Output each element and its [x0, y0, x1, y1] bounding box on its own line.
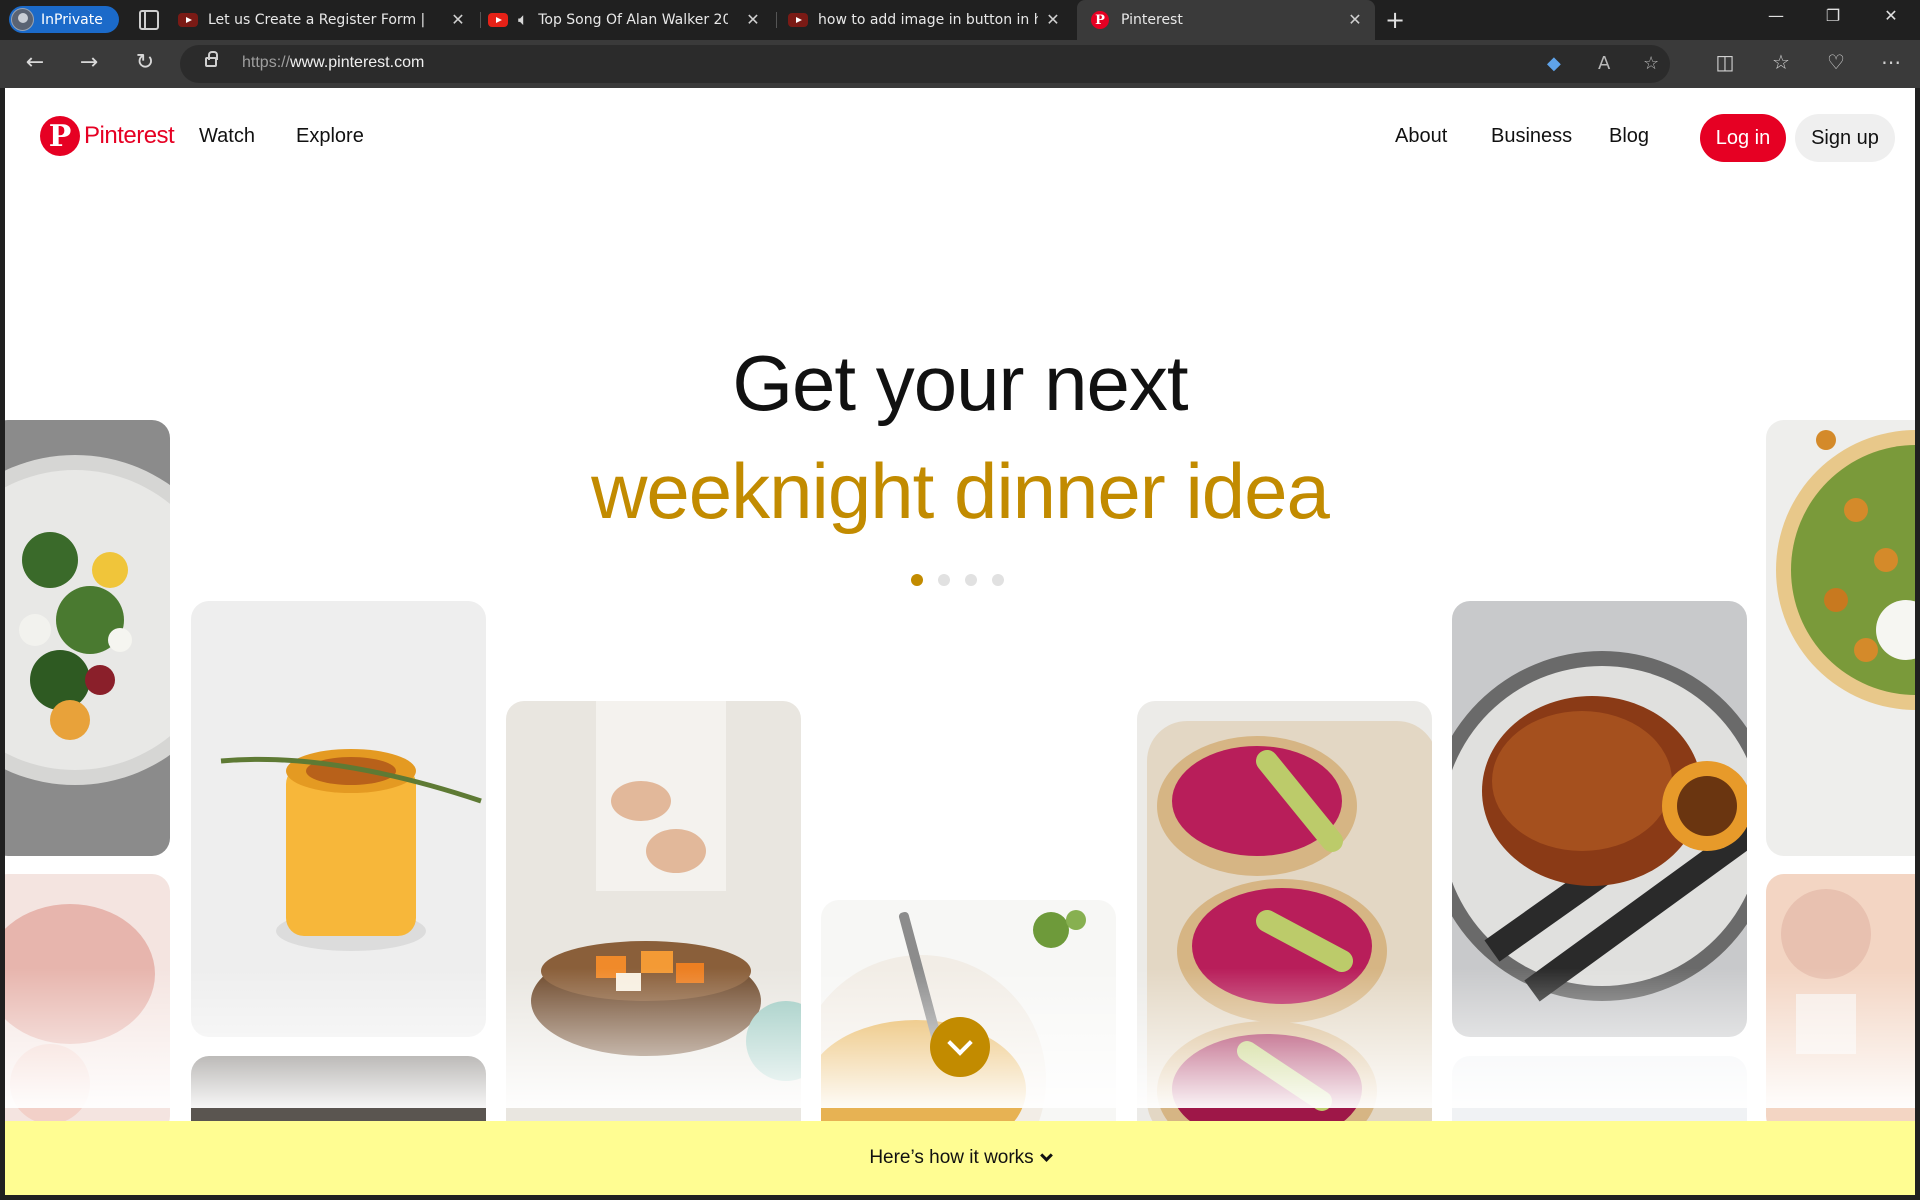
- pinterest-logo[interactable]: P Pinterest: [40, 116, 175, 156]
- signup-button[interactable]: Sign up: [1795, 114, 1895, 162]
- nav-business[interactable]: Business: [1491, 125, 1572, 148]
- orange-juice-image[interactable]: [191, 601, 486, 1037]
- tab-title: Let us Create a Register Form | St: [208, 12, 428, 28]
- shopping-tag-icon[interactable]: ◆: [1547, 53, 1561, 74]
- favorite-star-icon[interactable]: ☆: [1643, 53, 1659, 74]
- tab-image-in-button[interactable]: how to add image in button in ht ✕: [788, 0, 1073, 40]
- close-tab-icon[interactable]: ✕: [448, 10, 468, 29]
- chevron-down-icon: [1039, 1148, 1053, 1162]
- tab-pinterest[interactable]: P Pinterest ✕: [1077, 0, 1375, 40]
- tab-register-form[interactable]: Let us Create a Register Form | St ✕: [178, 0, 478, 40]
- drink-image[interactable]: [5, 874, 170, 1134]
- carousel-dot[interactable]: [965, 574, 977, 586]
- nav-about[interactable]: About: [1395, 125, 1447, 148]
- pinterest-logo-icon: P: [40, 116, 80, 156]
- youtube-icon: [178, 13, 198, 27]
- veggie-bowl-image[interactable]: [506, 701, 801, 1141]
- refresh-icon[interactable]: ↻: [130, 50, 160, 75]
- minimize-button[interactable]: —: [1751, 6, 1801, 25]
- close-tab-icon[interactable]: ✕: [1043, 10, 1063, 29]
- tab-title: Pinterest: [1121, 12, 1183, 28]
- hero-subheadline: weeknight dinner idea: [591, 447, 1330, 535]
- nav-watch[interactable]: Watch: [199, 125, 255, 148]
- url-text[interactable]: https://www.pinterest.com: [242, 54, 424, 72]
- back-icon[interactable]: ←: [20, 50, 50, 75]
- scroll-down-button[interactable]: [930, 1017, 990, 1077]
- address-bar[interactable]: https://www.pinterest.com ◆ A ☆: [180, 45, 1670, 83]
- speaker-icon[interactable]: 🔈︎: [518, 10, 528, 30]
- carousel-dot[interactable]: [911, 574, 923, 586]
- tab-title: how to add image in button in ht: [818, 12, 1038, 28]
- pinterest-page: P Pinterest Watch Explore About Business…: [5, 88, 1915, 1195]
- lock-icon[interactable]: [205, 51, 218, 67]
- nav-blog[interactable]: Blog: [1609, 125, 1649, 148]
- carousel-dots: [911, 574, 1004, 586]
- tab-separator: [776, 12, 777, 28]
- youtube-icon: [488, 13, 508, 27]
- carousel-dot[interactable]: [992, 574, 1004, 586]
- tab-title: Top Song Of Alan Walker 20: [538, 12, 729, 28]
- brand-name: Pinterest: [84, 122, 175, 149]
- beet-toast-image[interactable]: [1137, 701, 1432, 1141]
- favorites-icon[interactable]: ☆: [1766, 50, 1796, 74]
- restore-button[interactable]: ❐: [1808, 6, 1858, 25]
- close-tab-icon[interactable]: ✕: [1345, 10, 1365, 29]
- how-it-works-label: Here’s how it works: [869, 1147, 1034, 1168]
- close-window-button[interactable]: ✕: [1866, 6, 1916, 25]
- nav-explore[interactable]: Explore: [296, 125, 364, 148]
- inprivate-badge[interactable]: InPrivate: [9, 6, 119, 33]
- address-bar-row: ← → ↻ https://www.pinterest.com ◆ A ☆ ◫ …: [0, 40, 1920, 88]
- tab-alan-walker[interactable]: 🔈︎ Top Song Of Alan Walker 20 ✕: [488, 0, 773, 40]
- hero-headline: Get your next: [732, 339, 1188, 427]
- close-tab-icon[interactable]: ✕: [743, 10, 763, 29]
- inprivate-label: InPrivate: [41, 11, 103, 28]
- profile-avatar-icon: [11, 8, 34, 31]
- read-aloud-icon[interactable]: A: [1598, 53, 1610, 74]
- party-balloon-image[interactable]: [1766, 874, 1915, 1134]
- login-button[interactable]: Log in: [1700, 114, 1786, 162]
- split-screen-icon[interactable]: ◫: [1710, 50, 1740, 74]
- forward-icon[interactable]: →: [74, 50, 104, 75]
- youtube-icon: [788, 13, 808, 27]
- tab-separator: [480, 12, 481, 28]
- salad-image[interactable]: [5, 420, 170, 856]
- chickpea-flatbread-image[interactable]: [1766, 420, 1915, 856]
- new-tab-button[interactable]: +: [1385, 6, 1405, 34]
- browser-essentials-icon[interactable]: ♡: [1821, 50, 1851, 74]
- tab-strip: InPrivate Let us Create a Register Form …: [0, 0, 1920, 40]
- pinterest-favicon-icon: P: [1091, 11, 1109, 29]
- how-it-works-bar[interactable]: Here’s how it works: [5, 1121, 1915, 1195]
- more-menu-icon[interactable]: ⋯: [1876, 50, 1906, 74]
- carousel-dot[interactable]: [938, 574, 950, 586]
- roast-chicken-image[interactable]: [1452, 601, 1747, 1037]
- tab-actions-icon[interactable]: [139, 10, 159, 30]
